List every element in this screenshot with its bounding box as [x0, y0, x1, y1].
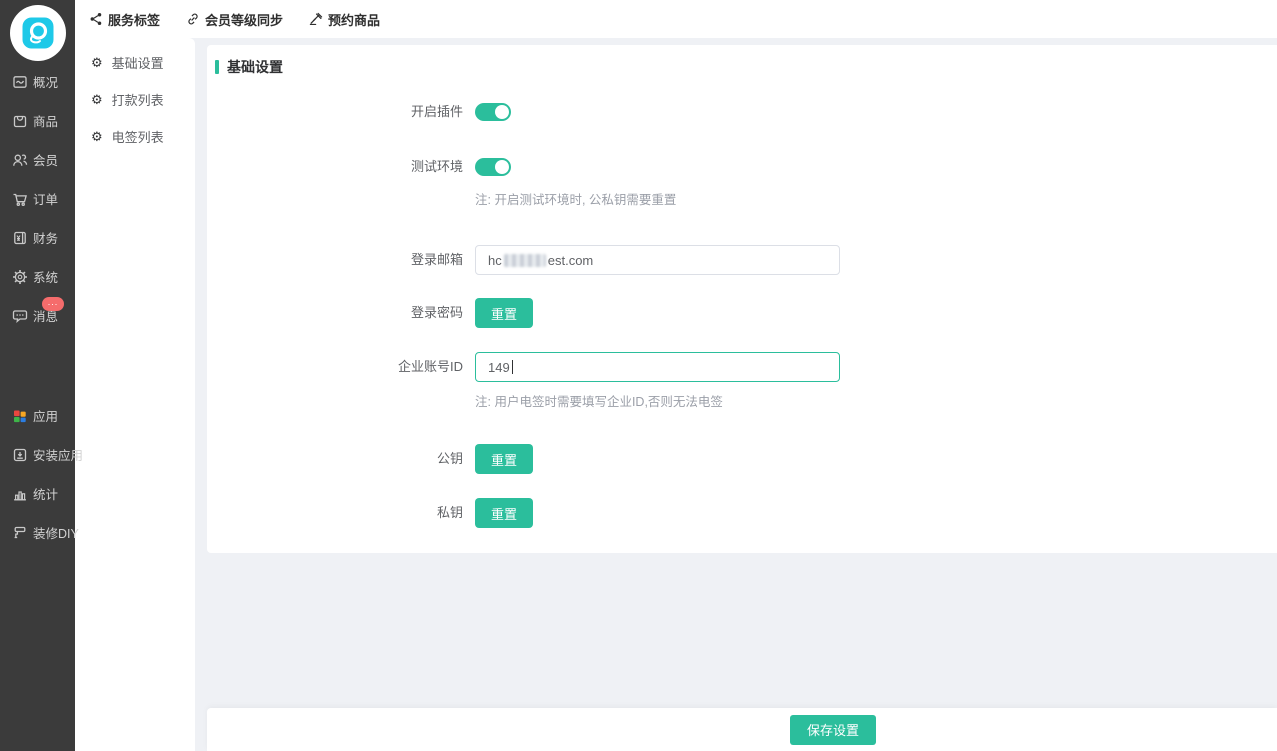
messages-icon [12, 308, 28, 324]
text-caret [512, 360, 513, 374]
tab-member-level-sync[interactable]: 会员等级同步 [186, 10, 283, 29]
finance-icon [12, 230, 28, 246]
tab-service-tags[interactable]: 服务标签 [89, 10, 160, 29]
sidebar-item-system[interactable]: 系统 [0, 257, 75, 296]
main-area: 服务标签 会员等级同步 预约商品 ⚙ [75, 0, 1277, 751]
sidebar-item-install-apps[interactable]: 安装应用 [0, 435, 75, 474]
install-apps-icon [12, 447, 28, 463]
nav-group-divider [0, 335, 75, 396]
field-note: 注: 用户电签时需要填写企业ID,否则无法电签 [475, 395, 840, 410]
system-icon [12, 269, 28, 285]
subsidebar-item-basic-settings[interactable]: ⚙ 基础设置 [75, 44, 195, 81]
topbar: 服务标签 会员等级同步 预约商品 [75, 0, 1277, 38]
sidebar-item-overview[interactable]: 概况 [0, 62, 75, 101]
sidebar-item-finance[interactable]: 财务 [0, 218, 75, 257]
gear-icon: ⚙ [91, 93, 103, 106]
sidebar-item-orders[interactable]: 订单 [0, 179, 75, 218]
form-row-plugin-toggle: 开启插件 [207, 103, 1277, 121]
form-row-email: 登录邮箱 hc est.com [207, 245, 1277, 275]
subsidebar-item-esign-list[interactable]: ⚙ 电签列表 [75, 118, 195, 155]
gavel-icon [309, 12, 323, 26]
sidebar-item-label: 装修DIY [33, 523, 79, 542]
form-row-test-env-toggle: 测试环境 注: 开启测试环境时, 公私钥需要重置 [207, 158, 1277, 208]
overview-icon [12, 74, 28, 90]
subsidebar-item-payment-list[interactable]: ⚙ 打款列表 [75, 81, 195, 118]
sidebar-item-label: 订单 [33, 189, 58, 208]
gear-icon: ⚙ [91, 56, 103, 69]
stats-icon [12, 486, 28, 502]
secondary-sidebar: ⚙ 基础设置 ⚙ 打款列表 ⚙ 电签列表 [75, 38, 195, 751]
field-note: 注: 开启测试环境时, 公私钥需要重置 [475, 193, 676, 208]
field-label: 开启插件 [207, 103, 475, 121]
reset-password-button[interactable]: 重置 [475, 298, 533, 328]
settings-form: 开启插件 测试环境 注: 开启测试环境时, 公私钥需要重置 登录邮箱 [207, 75, 1277, 528]
login-email-input[interactable]: hc est.com [475, 245, 840, 275]
sidebar-item-label: 商品 [33, 111, 58, 130]
share-icon [89, 12, 103, 26]
subsidebar-item-label: 基础设置 [112, 53, 164, 72]
field-label: 登录密码 [207, 298, 475, 328]
form-row-private-key: 私钥 重置 [207, 498, 1277, 528]
subsidebar-item-label: 电签列表 [112, 127, 164, 146]
save-settings-button[interactable]: 保存设置 [790, 715, 876, 745]
email-value-prefix: hc [488, 253, 502, 268]
form-row-company-id: 企业账号ID 149 注: 用户电签时需要填写企业ID,否则无法电签 [207, 352, 1277, 410]
subsidebar-item-label: 打款列表 [112, 90, 164, 109]
sidebar-item-label: 统计 [33, 484, 58, 503]
settings-panel: 基础设置 开启插件 测试环境 注: 开启测试环境时, 公私钥需要重置 [207, 45, 1277, 553]
link-icon [186, 12, 200, 26]
decorate-diy-icon [12, 525, 28, 541]
unread-badge: ... [42, 297, 64, 311]
page-title: 基础设置 [227, 57, 283, 77]
reset-public-key-button[interactable]: 重置 [475, 444, 533, 474]
sidebar-item-label: 应用 [33, 406, 58, 425]
tab-reserved-goods[interactable]: 预约商品 [309, 10, 380, 29]
test-env-toggle[interactable] [475, 158, 511, 176]
form-row-public-key: 公钥 重置 [207, 444, 1277, 474]
tab-label: 预约商品 [328, 10, 380, 29]
goods-icon [12, 113, 28, 129]
title-accent-bar [215, 60, 219, 74]
footer-bar: 保存设置 [207, 708, 1277, 751]
field-label: 企业账号ID [207, 352, 475, 382]
sidebar-item-goods[interactable]: 商品 [0, 101, 75, 140]
sidebar-item-stats[interactable]: 统计 [0, 474, 75, 513]
content-body: ⚙ 基础设置 ⚙ 打款列表 ⚙ 电签列表 基础设置 开启 [75, 38, 1277, 751]
tab-label: 会员等级同步 [205, 10, 283, 29]
primary-sidebar: 概况 商品 会员 [0, 0, 75, 751]
background-spacer [207, 553, 1277, 708]
apps-icon [12, 408, 28, 424]
sidebar-item-label: 安装应用 [33, 445, 83, 464]
sidebar-item-label: 概况 [33, 72, 58, 91]
sidebar-item-label: 财务 [33, 228, 58, 247]
field-label: 登录邮箱 [207, 245, 475, 275]
email-value-suffix: est.com [548, 253, 594, 268]
redacted-text [504, 254, 546, 267]
plugin-toggle[interactable] [475, 103, 511, 121]
sidebar-item-label: 系统 [33, 267, 58, 286]
company-id-input[interactable]: 149 [475, 352, 840, 382]
sidebar-item-messages[interactable]: 消息 ... [0, 296, 75, 335]
primary-nav: 概况 商品 会员 [0, 62, 75, 552]
sidebar-item-apps[interactable]: 应用 [0, 396, 75, 435]
orders-icon [12, 191, 28, 207]
sidebar-item-label: 会员 [33, 150, 58, 169]
panel-header: 基础设置 [207, 45, 1277, 75]
gear-icon: ⚙ [91, 130, 103, 143]
app-logo[interactable] [9, 4, 67, 62]
field-label: 公钥 [207, 444, 475, 474]
form-row-password: 登录密码 重置 [207, 298, 1277, 328]
content-column: 基础设置 开启插件 测试环境 注: 开启测试环境时, 公私钥需要重置 [195, 38, 1277, 751]
tab-label: 服务标签 [108, 10, 160, 29]
reset-private-key-button[interactable]: 重置 [475, 498, 533, 528]
members-icon [12, 152, 28, 168]
sidebar-item-decorate-diy[interactable]: 装修DIY [0, 513, 75, 552]
field-label: 测试环境 [207, 158, 475, 176]
sidebar-item-members[interactable]: 会员 [0, 140, 75, 179]
field-label: 私钥 [207, 498, 475, 528]
company-id-value: 149 [488, 360, 510, 375]
